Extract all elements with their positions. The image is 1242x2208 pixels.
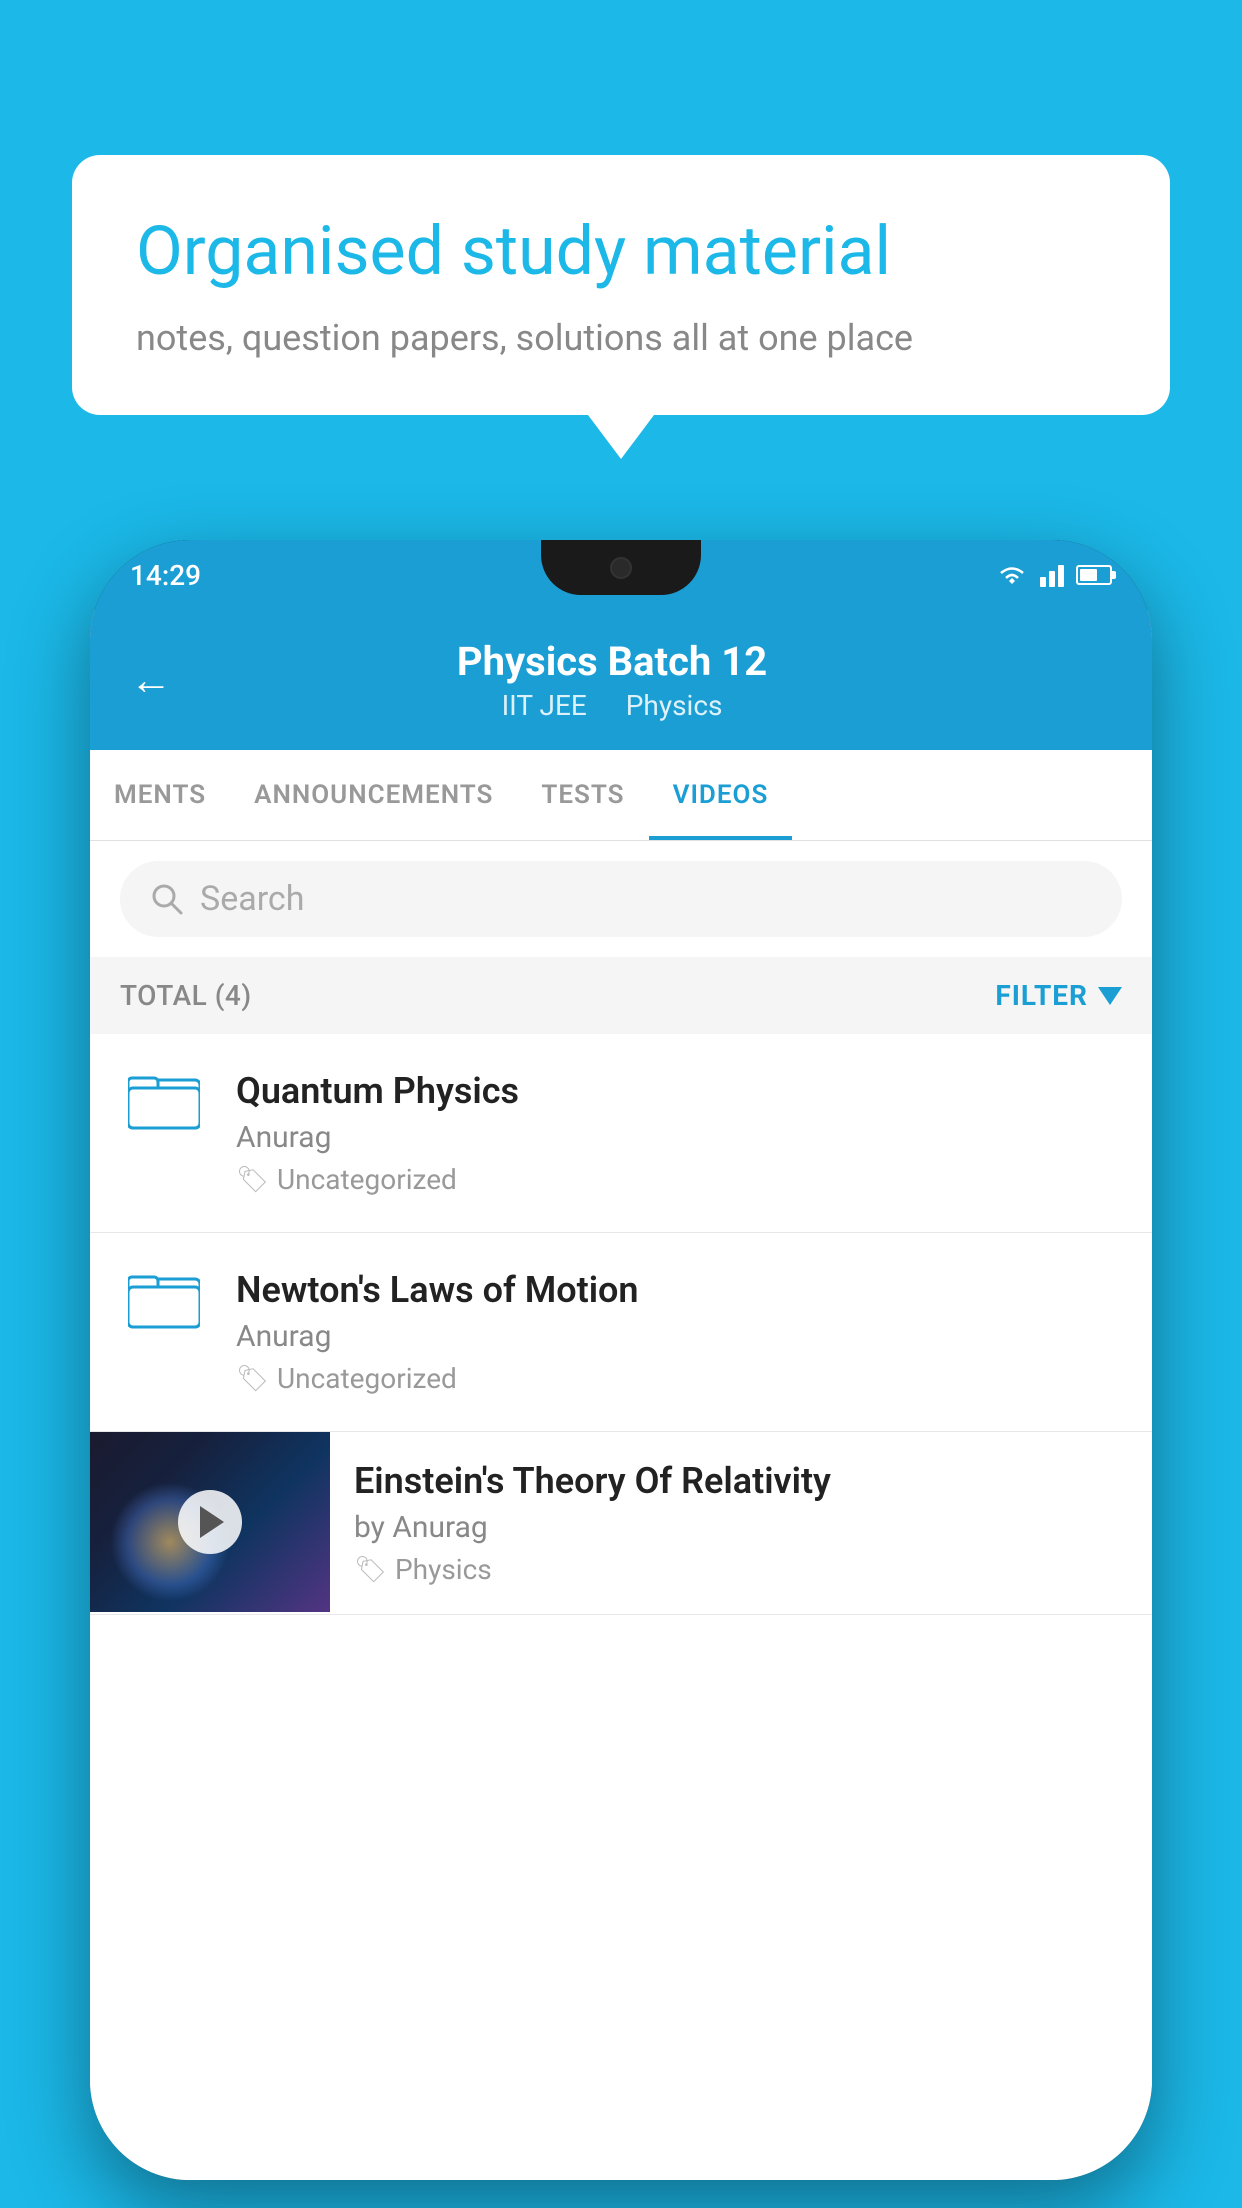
filter-button[interactable]: FILTER bbox=[995, 979, 1122, 1012]
video-tag: 🏷 Physics bbox=[354, 1553, 1128, 1586]
folder-icon bbox=[128, 1269, 200, 1329]
search-container: Search bbox=[90, 841, 1152, 957]
tabs-bar: MENTS ANNOUNCEMENTS TESTS VIDEOS bbox=[90, 750, 1152, 841]
signal-icon bbox=[1040, 563, 1064, 587]
total-count: TOTAL (4) bbox=[120, 979, 252, 1012]
item-author: Anurag bbox=[236, 1319, 1122, 1354]
speech-bubble-subtitle: notes, question papers, solutions all at… bbox=[136, 317, 1106, 359]
video-author: by Anurag bbox=[354, 1510, 1128, 1545]
tag-label: Uncategorized bbox=[277, 1163, 457, 1196]
phone-notch bbox=[541, 540, 701, 595]
item-details: Newton's Laws of Motion Anurag 🏷 Uncateg… bbox=[236, 1269, 1122, 1395]
content-list: Quantum Physics Anurag 🏷 Uncategorized bbox=[90, 1034, 1152, 2180]
video-thumbnail bbox=[90, 1432, 330, 1612]
speech-bubble-container: Organised study material notes, question… bbox=[72, 155, 1170, 415]
item-title: Quantum Physics bbox=[236, 1070, 1122, 1112]
wifi-icon bbox=[996, 562, 1028, 588]
filter-icon bbox=[1098, 987, 1122, 1005]
video-details: Einstein's Theory Of Relativity by Anura… bbox=[330, 1432, 1152, 1614]
tag-iit-jee: IIT JEE bbox=[502, 689, 587, 722]
phone-frame: 14:29 bbox=[90, 540, 1152, 2180]
tag-icon: 🏷 bbox=[236, 1165, 269, 1195]
play-icon bbox=[200, 1506, 224, 1538]
list-item[interactable]: Newton's Laws of Motion Anurag 🏷 Uncateg… bbox=[90, 1233, 1152, 1432]
tag-label: Uncategorized bbox=[277, 1362, 457, 1395]
folder-icon-container bbox=[120, 1070, 208, 1130]
item-title: Newton's Laws of Motion bbox=[236, 1269, 1122, 1311]
folder-icon bbox=[128, 1070, 200, 1130]
item-tag: 🏷 Uncategorized bbox=[236, 1163, 1122, 1196]
back-button[interactable]: ← bbox=[130, 656, 172, 705]
battery-fill bbox=[1080, 569, 1097, 581]
phone-screen: ← Physics Batch 12 IIT JEE Physics MENTS… bbox=[90, 610, 1152, 2180]
video-list-item[interactable]: Einstein's Theory Of Relativity by Anura… bbox=[90, 1432, 1152, 1615]
tag-icon: 🏷 bbox=[354, 1555, 387, 1585]
batch-subtitle: IIT JEE Physics bbox=[202, 689, 1022, 722]
tag-icon: 🏷 bbox=[236, 1364, 269, 1394]
search-icon bbox=[150, 882, 184, 916]
filter-bar: TOTAL (4) FILTER bbox=[90, 957, 1152, 1034]
item-tag: 🏷 Uncategorized bbox=[236, 1362, 1122, 1395]
status-time: 14:29 bbox=[130, 559, 201, 592]
tag-label: Physics bbox=[395, 1553, 492, 1586]
app-header: ← Physics Batch 12 IIT JEE Physics bbox=[90, 610, 1152, 750]
tab-announcements[interactable]: ANNOUNCEMENTS bbox=[230, 750, 517, 840]
status-icons bbox=[996, 562, 1112, 588]
item-author: Anurag bbox=[236, 1120, 1122, 1155]
search-placeholder: Search bbox=[200, 879, 304, 919]
tab-videos[interactable]: VIDEOS bbox=[649, 750, 793, 840]
list-item[interactable]: Quantum Physics Anurag 🏷 Uncategorized bbox=[90, 1034, 1152, 1233]
front-camera bbox=[610, 557, 632, 579]
status-bar: 14:29 bbox=[90, 540, 1152, 610]
tab-ments[interactable]: MENTS bbox=[90, 750, 230, 840]
speech-bubble: Organised study material notes, question… bbox=[72, 155, 1170, 415]
batch-title: Physics Batch 12 bbox=[202, 638, 1022, 685]
video-title: Einstein's Theory Of Relativity bbox=[354, 1460, 1128, 1502]
search-bar[interactable]: Search bbox=[120, 861, 1122, 937]
header-title-group: Physics Batch 12 IIT JEE Physics bbox=[202, 638, 1022, 722]
battery-icon bbox=[1076, 565, 1112, 585]
speech-bubble-title: Organised study material bbox=[136, 211, 1106, 293]
folder-icon-container bbox=[120, 1269, 208, 1329]
item-details: Quantum Physics Anurag 🏷 Uncategorized bbox=[236, 1070, 1122, 1196]
tag-physics: Physics bbox=[626, 689, 723, 722]
play-button[interactable] bbox=[178, 1490, 242, 1554]
tab-tests[interactable]: TESTS bbox=[517, 750, 648, 840]
filter-label: FILTER bbox=[995, 979, 1088, 1012]
